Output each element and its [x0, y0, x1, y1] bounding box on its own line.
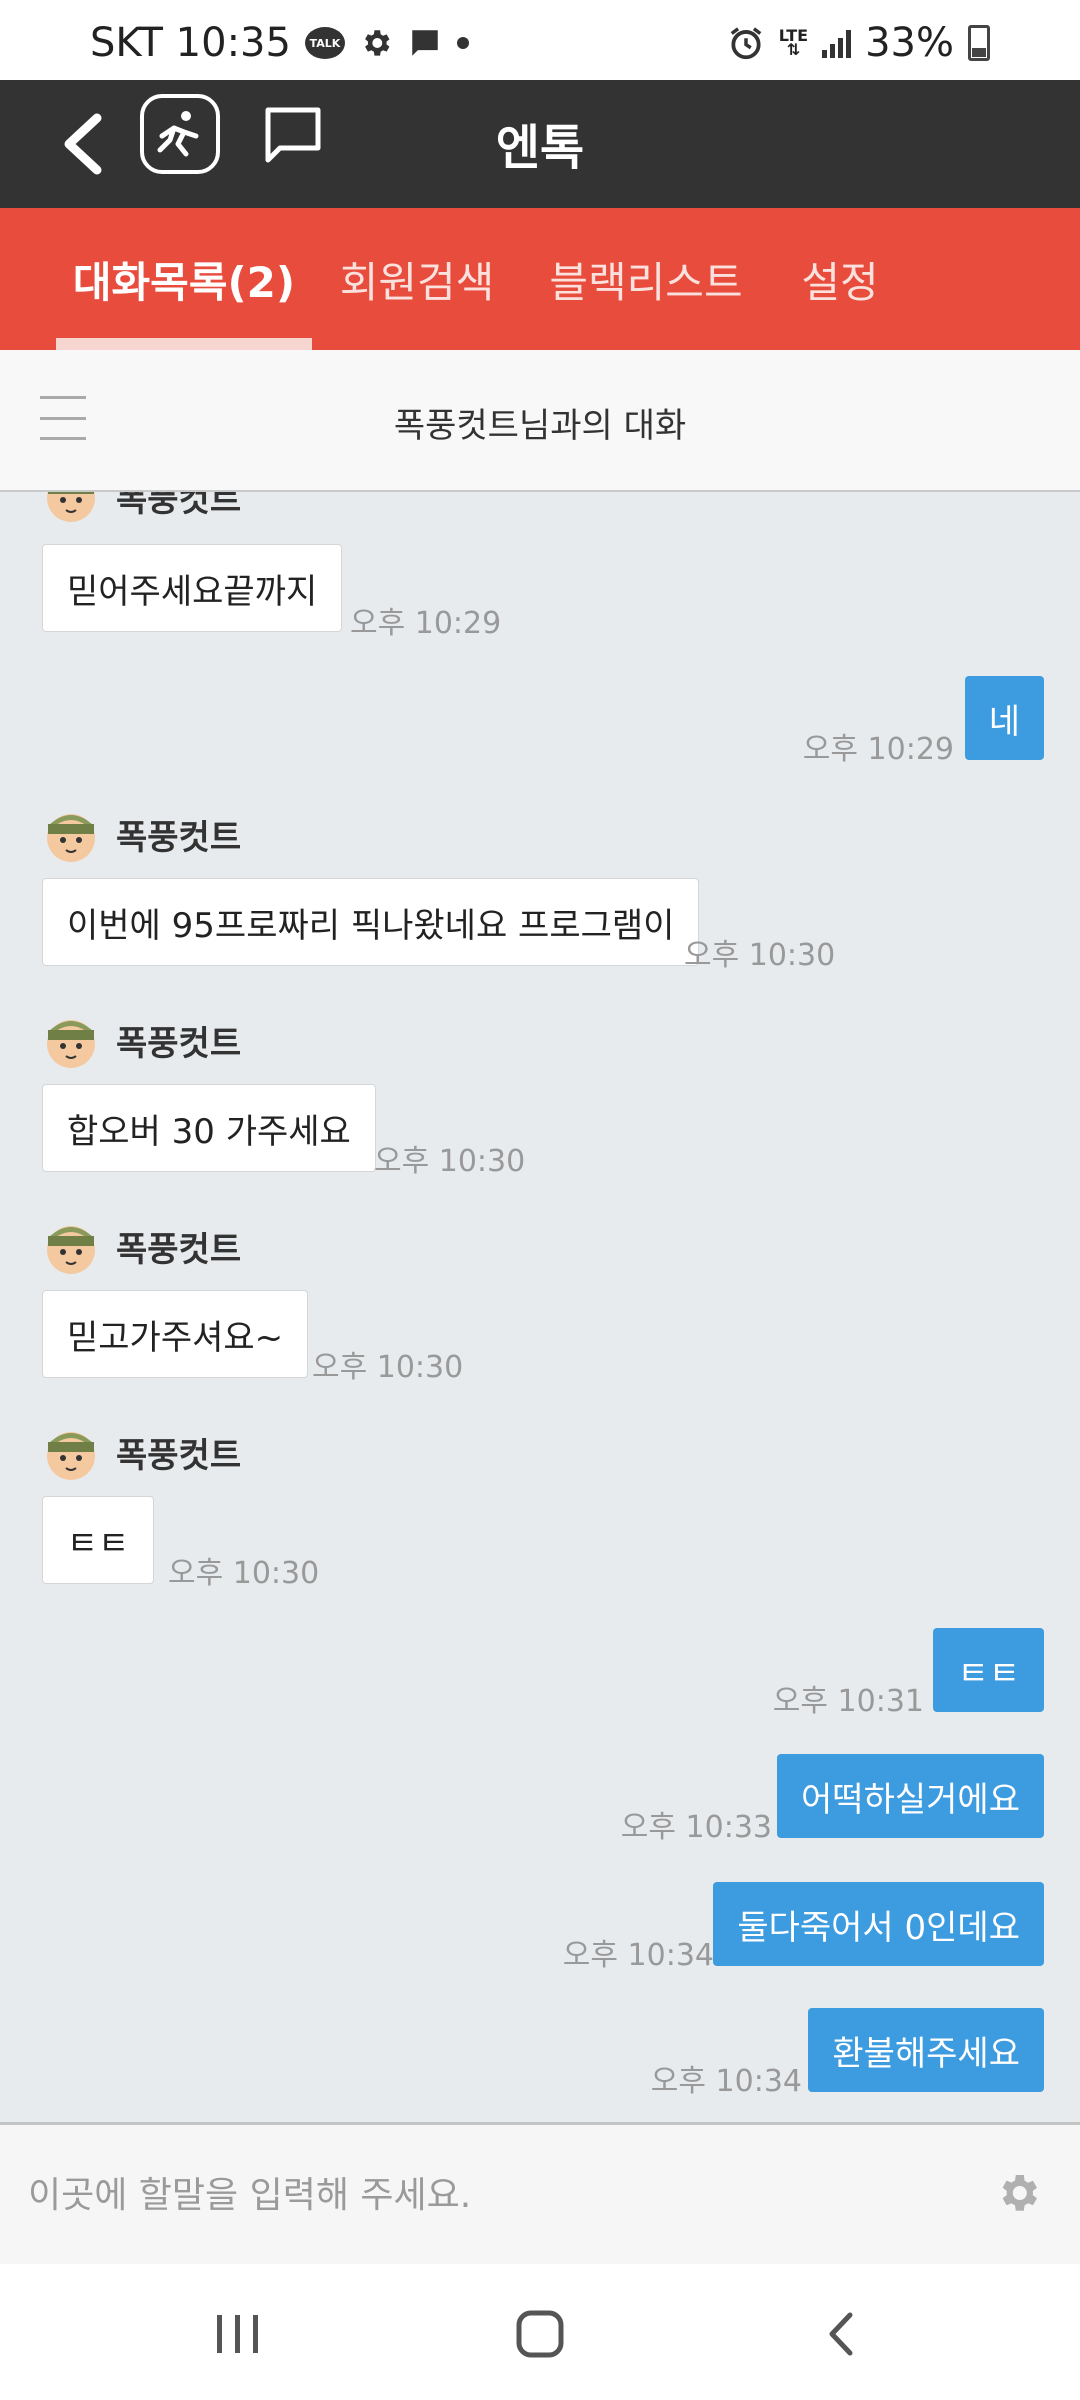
message-time: 오후 10:29 [350, 606, 502, 641]
outgoing-message[interactable]: 환불해주세요 [808, 2008, 1044, 2092]
message-input-bar [0, 2122, 1080, 2264]
signal-icon [822, 28, 852, 58]
tab-chat-list[interactable]: 대화목록(2) [56, 208, 312, 350]
outgoing-message[interactable]: 어떡하실거에요 [777, 1754, 1044, 1838]
conversation-header: 폭풍컷트님과의 대화 [0, 350, 1080, 492]
message-time: 오후 10:29 [802, 732, 954, 767]
avatar[interactable] [42, 1012, 100, 1070]
alarm-icon [730, 27, 761, 60]
incoming-message[interactable]: 믿고가주셔요~ [42, 1290, 309, 1378]
outgoing-message[interactable]: 네 [964, 676, 1044, 760]
home-icon[interactable] [510, 2304, 570, 2364]
tab-member-search[interactable]: 회원검색 [312, 208, 522, 350]
outgoing-message[interactable]: 둘다죽어서 0인데요 [713, 1882, 1044, 1966]
sender-name: 폭풍컷트 [116, 1024, 242, 1064]
status-right: LTE ⇅ 33% [727, 20, 990, 66]
message-time: 오후 10:30 [684, 938, 836, 973]
message-input[interactable] [28, 2165, 928, 2225]
incoming-message[interactable]: 합오버 30 가주세요 [42, 1084, 376, 1172]
chat-area[interactable]: 폭풍컷트 믿어주세요끝까지 오후 10:29 네 오후 10:29 폭풍컷트 이… [0, 492, 1080, 2122]
incoming-message[interactable]: 믿어주세요끝까지 [42, 544, 343, 632]
incoming-message[interactable]: 이번에 95프로짜리 픽나왔네요 프로그램이 [42, 878, 700, 966]
avatar[interactable] [42, 1424, 100, 1482]
message-icon [412, 30, 438, 56]
back-icon[interactable] [812, 2304, 872, 2364]
tab-blacklist[interactable]: 블랙리스트 [522, 208, 770, 350]
lte-icon: LTE ⇅ [778, 26, 809, 59]
message-time: 오후 10:30 [168, 1556, 320, 1591]
incoming-message[interactable]: ㅌㅌ [42, 1496, 154, 1584]
status-bar: SKT 10:35 TALK LTE ⇅ 33% [0, 0, 1080, 80]
battery-percent: 33% [865, 20, 954, 66]
message-time: 오후 10:34 [650, 2064, 802, 2099]
outgoing-message[interactable]: ㅌㅌ [933, 1628, 1044, 1712]
app-title: 엔톡 [495, 120, 585, 176]
message-time: 오후 10:33 [620, 1810, 772, 1845]
settings-gear-icon [365, 30, 390, 56]
message-time: 오후 10:30 [374, 1144, 526, 1179]
recent-apps-icon[interactable] [208, 2304, 268, 2364]
message-time: 오후 10:34 [562, 1938, 714, 1973]
app-header: 엔톡 [0, 80, 1080, 208]
system-nav-bar [0, 2264, 1080, 2400]
avatar[interactable] [42, 492, 100, 524]
gear-icon[interactable] [994, 2169, 1042, 2217]
sender-name: 폭풍컷트 [116, 818, 242, 858]
status-left: SKT 10:35 TALK [90, 20, 469, 66]
dot-icon [456, 37, 469, 49]
conversation-title: 폭풍컷트님과의 대화 [393, 406, 687, 446]
message-time: 오후 10:31 [772, 1684, 924, 1719]
kakaotalk-icon: TALK [304, 27, 345, 59]
avatar[interactable] [42, 1218, 100, 1276]
tab-bar: 대화목록(2) 회원검색 블랙리스트 설정 [0, 208, 1080, 350]
sender-name: 폭풍컷트 [116, 1230, 242, 1270]
avatar[interactable] [42, 806, 100, 864]
tab-settings[interactable]: 설정 [770, 208, 910, 350]
message-time: 오후 10:30 [312, 1350, 464, 1385]
sender-name: 폭풍컷트 [116, 492, 242, 520]
carrier-time: SKT 10:35 [90, 20, 291, 66]
battery-icon [968, 25, 990, 61]
sender-name: 폭풍컷트 [116, 1436, 242, 1476]
